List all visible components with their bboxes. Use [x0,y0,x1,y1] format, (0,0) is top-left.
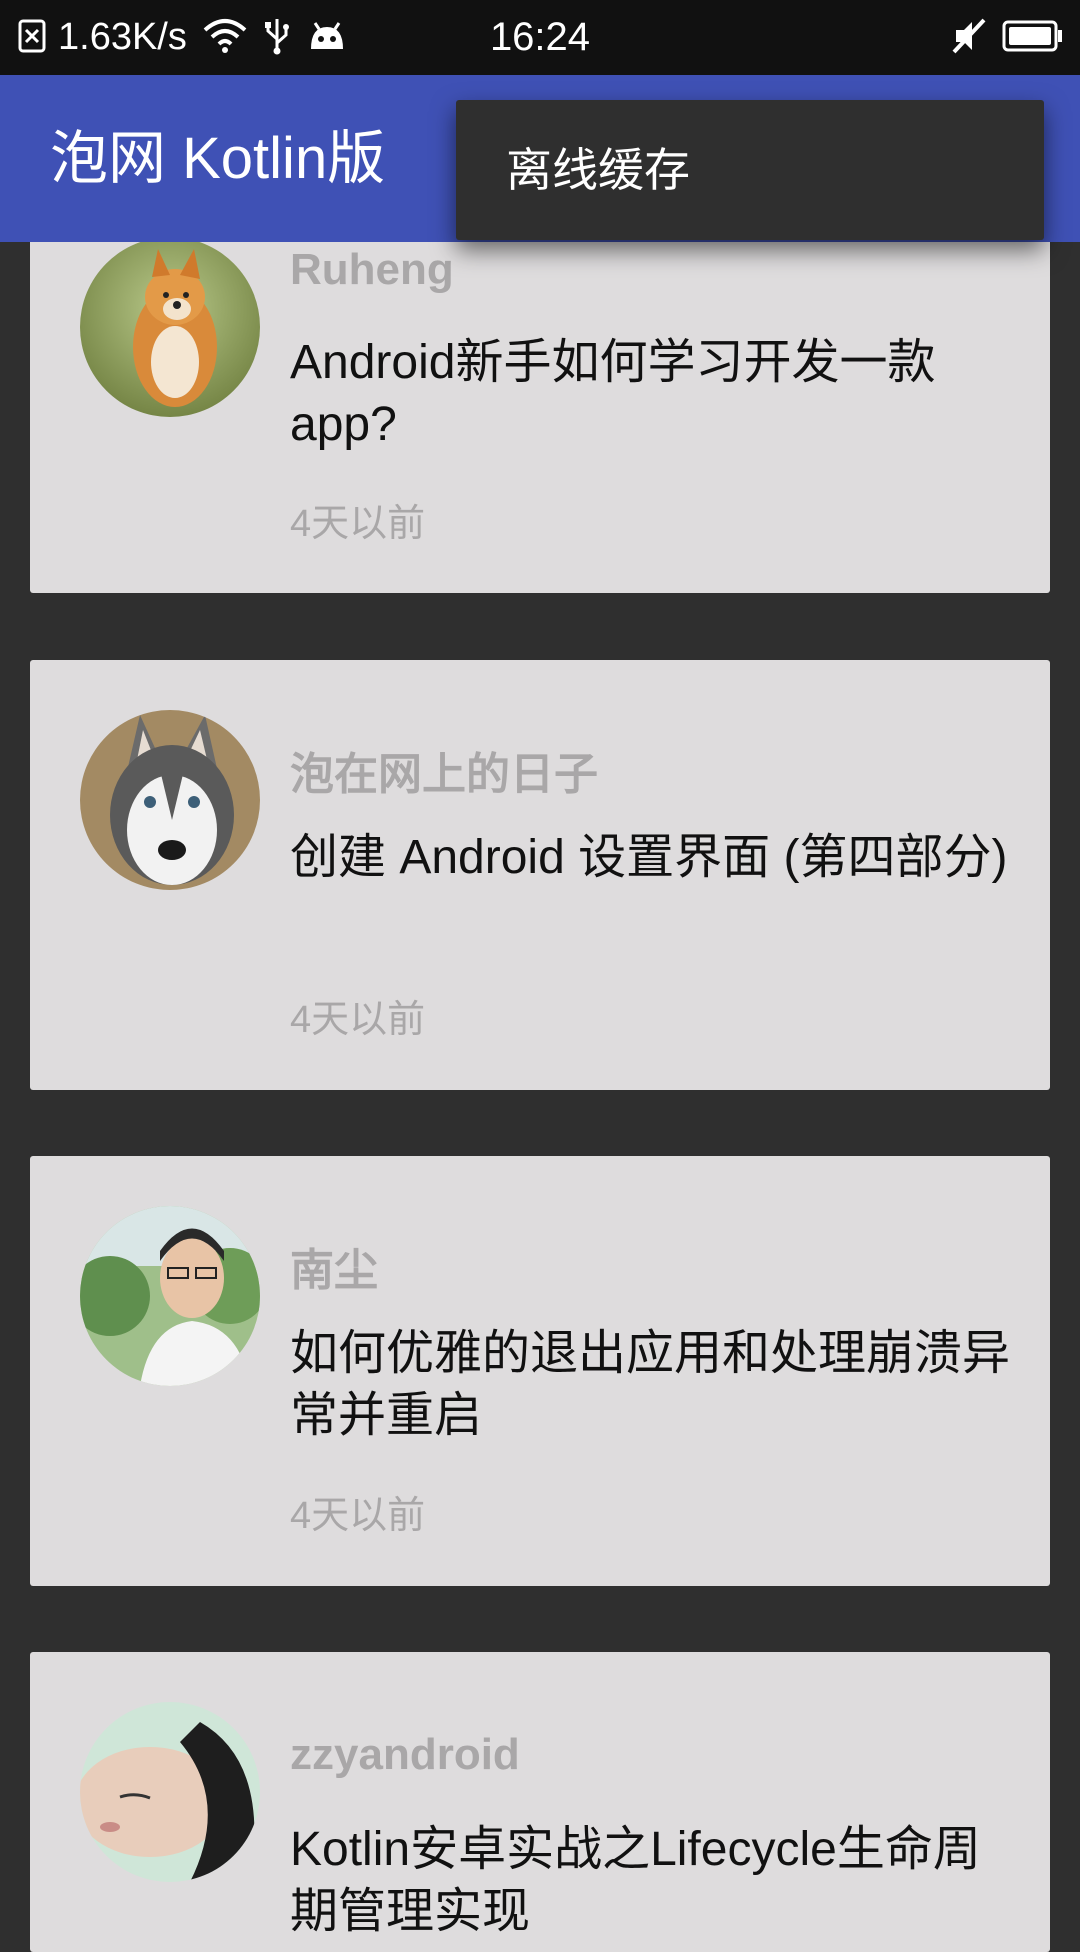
author-name: 泡在网上的日子 [290,750,598,799]
author-avatar[interactable] [80,1206,260,1386]
clock: 16:24 [489,15,591,59]
overflow-menu: 离线缓存 [456,100,1044,240]
menu-item-offline-cache[interactable]: 离线缓存 [506,100,690,240]
article-time: 4天以前 [290,503,426,545]
author-avatar[interactable] [80,710,260,890]
author-name: 南尘 [290,1246,378,1295]
app-title: 泡网 Kotlin版 [50,126,386,191]
article-title: Android新手如何学习开发一款app? [290,336,936,451]
author-avatar[interactable] [80,237,260,417]
article-time: 4天以前 [290,999,426,1041]
article-time: 4天以前 [290,1495,426,1537]
article-card[interactable]: 泡在网上的日子 创建 Android 设置界面 (第四部分) 4天以前 [30,660,1050,1090]
author-name: Ruheng [290,245,454,294]
article-title: Kotlin安卓实战之Lifecycle生命周期管理实现 [290,1823,981,1938]
status-bar: 1.63K/s 16:24 [0,0,1080,75]
author-avatar[interactable] [80,1702,260,1882]
article-feed: Ruheng Android新手如何学习开发一款app? 4天以前 泡在网上的日… [0,0,1080,1952]
battery-icon [1002,19,1064,57]
author-name: zzyandroid [290,1730,520,1779]
article-card[interactable]: Ruheng Android新手如何学习开发一款app? 4天以前 [30,215,1050,593]
article-title: 创建 Android 设置界面 (第四部分) [290,831,1008,884]
article-card[interactable]: 南尘 如何优雅的退出应用和处理崩溃异常并重启 4天以前 [30,1156,1050,1586]
mute-icon [952,18,986,58]
article-card[interactable]: zzyandroid Kotlin安卓实战之Lifecycle生命周期管理实现 [30,1652,1050,1952]
article-title: 如何优雅的退出应用和处理崩溃异常并重启 [290,1327,1011,1442]
